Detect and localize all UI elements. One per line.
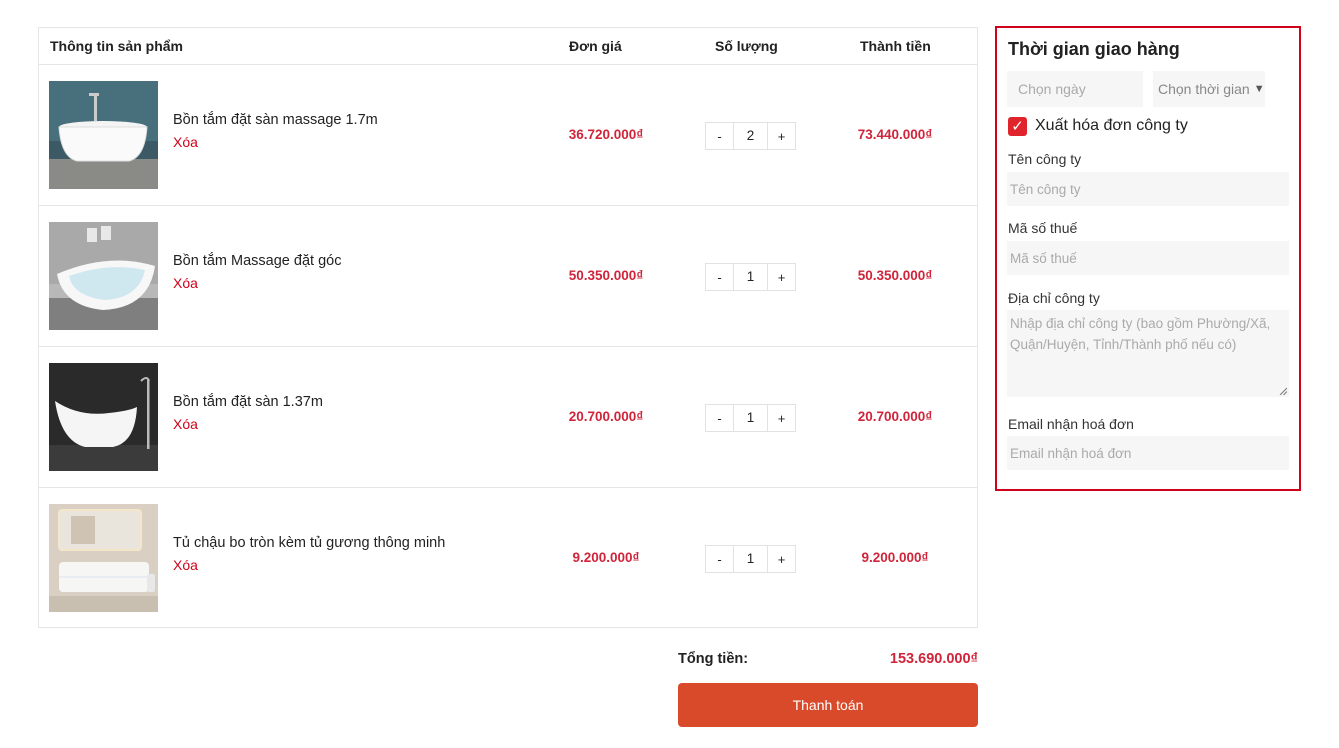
header-product-info: Thông tin sản phẩm (50, 38, 183, 54)
delivery-date-input[interactable] (1007, 71, 1143, 107)
unit-price: 50.350.000₫ (568, 268, 644, 283)
cart-table: Thông tin sản phẩm Đơn giá Số lượng Thàn… (38, 27, 978, 628)
order-total-value: 153.690.000₫ (889, 651, 978, 667)
invoice-email-label: Email nhận hoá đơn (1008, 416, 1134, 432)
company-address-label: Địa chỉ công ty (1008, 290, 1100, 306)
company-address-placeholder: Nhập địa chỉ công ty (bao gồm Phường/Xã,… (1010, 316, 1271, 352)
checkmark-icon: ✓ (1011, 118, 1024, 135)
delivery-time-title: Thời gian giao hàng (1008, 39, 1180, 59)
invoice-email-input[interactable] (1007, 436, 1289, 470)
line-total: 50.350.000₫ (857, 268, 933, 283)
increase-quantity-button[interactable]: + (767, 264, 795, 290)
corner-massage-bathtub-image[interactable] (49, 222, 158, 330)
cart-row: Bồn tắm Massage đặt góc Xóa 50.350.000₫ … (39, 206, 977, 347)
line-total: 9.200.000₫ (861, 550, 929, 565)
decrease-quantity-button[interactable]: - (706, 264, 734, 290)
order-total-label: Tổng tiền: (678, 651, 749, 667)
quantity-stepper: - 1 + (705, 545, 796, 573)
delivery-time-select[interactable]: Chọn thời gian ▼ (1153, 71, 1265, 107)
unit-price: 9.200.000₫ (572, 550, 640, 565)
quantity-value[interactable]: 1 (734, 405, 767, 431)
remove-item-link[interactable]: Xóa (173, 416, 198, 432)
header-unit-price: Đơn giá (569, 38, 622, 54)
freestanding-oval-bathtub-image[interactable] (49, 81, 158, 189)
quantity-value[interactable]: 1 (734, 264, 767, 290)
decrease-quantity-button[interactable]: - (706, 123, 734, 149)
slipper-bathtub-image[interactable] (49, 363, 158, 471)
company-address-textarea[interactable]: Nhập địa chỉ công ty (bao gồm Phường/Xã,… (1007, 310, 1289, 397)
product-name: Bồn tắm đặt sàn 1.37m (173, 394, 323, 410)
remove-item-link[interactable]: Xóa (173, 557, 198, 573)
vanity-cabinet-mirror-image[interactable] (49, 504, 158, 612)
increase-quantity-button[interactable]: + (767, 405, 795, 431)
header-quantity: Số lượng (715, 38, 778, 54)
line-total: 73.440.000₫ (857, 127, 933, 142)
cart-header: Thông tin sản phẩm Đơn giá Số lượng Thàn… (39, 28, 977, 65)
invoice-checkbox-label[interactable]: Xuất hóa đơn công ty (1035, 117, 1188, 135)
quantity-stepper: - 1 + (705, 263, 796, 291)
quantity-value[interactable]: 1 (734, 546, 767, 572)
remove-item-link[interactable]: Xóa (173, 134, 198, 150)
quantity-stepper: - 1 + (705, 404, 796, 432)
increase-quantity-button[interactable]: + (767, 546, 795, 572)
increase-quantity-button[interactable]: + (767, 123, 795, 149)
unit-price: 36.720.000₫ (568, 127, 644, 142)
tax-code-label: Mã số thuế (1008, 220, 1078, 236)
cart-row: Bồn tắm đặt sàn 1.37m Xóa 20.700.000₫ - … (39, 347, 977, 488)
decrease-quantity-button[interactable]: - (706, 405, 734, 431)
delivery-time-value: Chọn thời gian (1158, 81, 1250, 97)
cart-row: Bồn tắm đặt sàn massage 1.7m Xóa 36.720.… (39, 65, 977, 206)
quantity-stepper: - 2 + (705, 122, 796, 150)
unit-price: 20.700.000₫ (568, 409, 644, 424)
remove-item-link[interactable]: Xóa (173, 275, 198, 291)
delivery-invoice-panel: Thời gian giao hàng Chọn thời gian ▼ ✓ X… (995, 26, 1301, 491)
invoice-checkbox[interactable]: ✓ (1008, 117, 1027, 136)
decrease-quantity-button[interactable]: - (706, 546, 734, 572)
product-name: Bồn tắm Massage đặt góc (173, 253, 342, 269)
company-name-input[interactable] (1007, 172, 1289, 206)
line-total: 20.700.000₫ (857, 409, 933, 424)
company-name-label: Tên công ty (1008, 151, 1082, 167)
checkout-button[interactable]: Thanh toán (678, 683, 978, 727)
quantity-value[interactable]: 2 (734, 123, 767, 149)
product-name: Bồn tắm đặt sàn massage 1.7m (173, 112, 378, 128)
product-name: Tủ chậu bo tròn kèm tủ gương thông minh (173, 535, 446, 551)
cart-row: Tủ chậu bo tròn kèm tủ gương thông minh … (39, 488, 977, 629)
tax-code-input[interactable] (1007, 241, 1289, 275)
header-line-total: Thành tiền (860, 38, 931, 54)
chevron-down-icon: ▼ (1253, 83, 1265, 95)
resize-handle-icon[interactable] (1279, 387, 1287, 395)
